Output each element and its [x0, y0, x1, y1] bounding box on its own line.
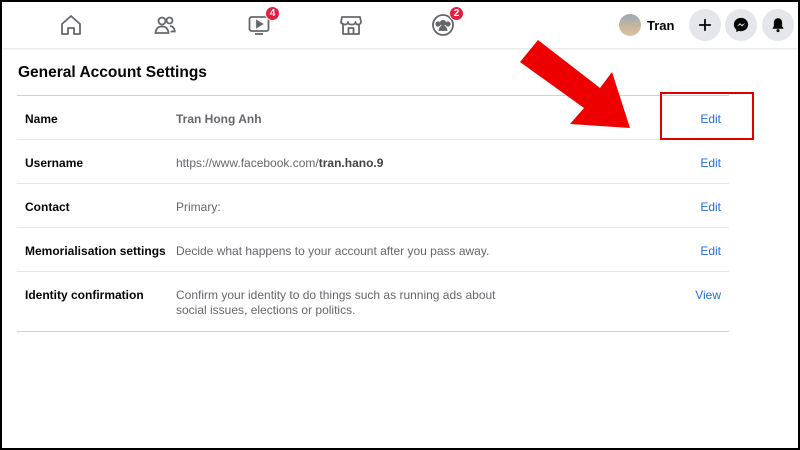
settings-row-contact: Contact Primary: Edit — [17, 184, 729, 228]
page-title: General Account Settings — [18, 64, 207, 81]
profile-name: Tran — [647, 17, 675, 33]
username-url-prefix: https://www.facebook.com/ — [176, 156, 319, 170]
bell-icon — [772, 18, 784, 33]
row-label: Memorialisation settings — [25, 244, 166, 258]
friends-icon[interactable] — [150, 10, 180, 40]
edit-memorialisation-link[interactable]: Edit — [681, 244, 721, 258]
view-identity-link[interactable]: View — [681, 288, 721, 302]
marketplace-icon[interactable] — [336, 10, 366, 40]
row-value: Decide what happens to your account afte… — [176, 244, 490, 258]
edit-contact-link[interactable]: Edit — [681, 200, 721, 214]
messenger-button[interactable] — [725, 9, 757, 41]
watch-icon[interactable]: 4 — [244, 6, 280, 40]
settings-row-username: Username https://www.facebook.com/tran.h… — [17, 140, 729, 184]
home-icon[interactable] — [56, 10, 86, 40]
row-value: Primary: — [176, 200, 221, 214]
plus-icon — [698, 18, 712, 32]
row-value: https://www.facebook.com/tran.hano.9 — [176, 156, 521, 171]
settings-row-identity-confirmation: Identity confirmation Confirm your ident… — [17, 272, 729, 332]
settings-row-memorialisation: Memorialisation settings Decide what hap… — [17, 228, 729, 272]
edit-username-link[interactable]: Edit — [681, 156, 721, 170]
row-label: Identity confirmation — [25, 288, 144, 302]
row-label: Name — [25, 112, 58, 126]
notifications-button[interactable] — [762, 9, 794, 41]
annotation-highlight-box — [660, 92, 754, 140]
row-label: Contact — [25, 200, 70, 214]
groups-icon[interactable]: 2 — [428, 6, 464, 40]
top-navigation-bar: 4 2 Tran — [2, 2, 798, 48]
row-value: Confirm your identity to do things such … — [176, 288, 496, 317]
username-handle: tran.hano.9 — [318, 156, 384, 170]
messenger-icon — [733, 17, 749, 33]
groups-notification-badge: 2 — [449, 6, 464, 21]
annotation-arrow-icon — [520, 40, 630, 128]
row-value: Tran Hong Anh — [176, 112, 262, 126]
browser-frame: 4 2 Tran General Account Settings Name T… — [2, 2, 798, 448]
row-label: Username — [25, 156, 84, 170]
watch-notification-badge: 4 — [265, 6, 280, 21]
create-button[interactable] — [689, 9, 721, 41]
